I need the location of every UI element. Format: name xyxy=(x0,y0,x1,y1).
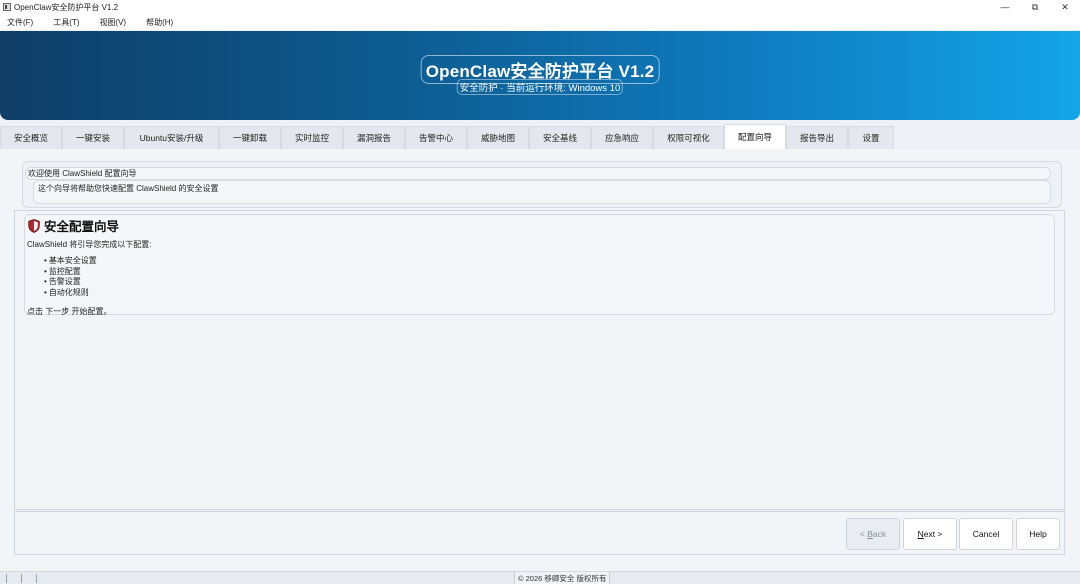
wizard-heading-text: 安全配置向导 xyxy=(44,220,120,234)
back-button-prefix: < xyxy=(859,529,868,539)
tab-uninstall[interactable]: 一键卸载 xyxy=(219,126,281,149)
back-button[interactable]: < Back xyxy=(846,518,900,550)
tab-incident-response[interactable]: 应急响应 xyxy=(591,126,653,149)
tab-security-overview[interactable]: 安全概览 xyxy=(0,126,62,149)
window-title: OpenClaw安全防护平台 V1.2 xyxy=(14,2,119,12)
list-item: 监控配置 xyxy=(44,267,97,278)
shield-icon xyxy=(28,218,40,233)
wizard-intro: ClawShield 将引导您完成以下配置: xyxy=(27,240,152,249)
next-button[interactable]: Next > xyxy=(903,518,957,550)
tab-one-click-install[interactable]: 一键安装 xyxy=(62,126,124,149)
tab-security-baseline[interactable]: 安全基线 xyxy=(529,126,591,149)
banner-subtitle: 安全防护 · 当前运行环境: Windows 10 xyxy=(456,79,624,95)
minimize-button[interactable]: — xyxy=(990,0,1020,14)
welcome-description: 这个向导将帮助您快速配置 ClawShield 的安全设置 xyxy=(33,180,1051,204)
config-step-list: 基本安全设置 监控配置 告警设置 自动化规则 xyxy=(44,256,97,299)
status-separator xyxy=(36,574,37,583)
tab-threat-map[interactable]: 威胁地图 xyxy=(467,126,529,149)
tab-config-wizard[interactable]: 配置向导 xyxy=(724,124,786,149)
status-separator xyxy=(21,574,22,583)
tab-settings[interactable]: 设置 xyxy=(848,126,894,149)
menu-file[interactable]: 文件(F) xyxy=(4,17,36,28)
list-item: 自动化规则 xyxy=(44,288,97,299)
tab-report-export[interactable]: 报告导出 xyxy=(786,126,848,149)
tab-bar: 安全概览 一键安装 Ubuntu安装/升级 一键卸载 实时监控 漏洞报告 告警中… xyxy=(0,124,1080,149)
title-bar: OpenClaw安全防护平台 V1.2 — ⧉ ✕ xyxy=(0,0,1080,14)
window-controls: — ⧉ ✕ xyxy=(990,0,1080,14)
welcome-title: 欢迎使用 ClawShield 配置向导 xyxy=(25,167,1051,180)
app-icon xyxy=(3,3,11,11)
list-item: 基本安全设置 xyxy=(44,256,97,267)
close-button[interactable]: ✕ xyxy=(1050,0,1080,14)
menu-bar: 文件(F) 工具(T) 视图(V) 帮助(H) xyxy=(0,14,1080,30)
cancel-button[interactable]: Cancel xyxy=(959,518,1013,550)
wizard-heading: 安全配置向导 xyxy=(28,216,119,235)
tab-alert-center[interactable]: 告警中心 xyxy=(405,126,467,149)
wizard-card xyxy=(24,214,1055,315)
next-button-label: ext > xyxy=(923,529,943,539)
wizard-note: 点击 下一步 开始配置。 xyxy=(27,307,112,316)
header-banner: OpenClaw安全防护平台 V1.2 安全防护 · 当前运行环境: Windo… xyxy=(0,31,1080,120)
list-item: 告警设置 xyxy=(44,277,97,288)
menu-tools[interactable]: 工具(T) xyxy=(50,17,82,28)
status-bar: © 2026 移卿安全 版权所有 xyxy=(0,571,1080,584)
tab-permission-visualization[interactable]: 权限可视化 xyxy=(653,126,724,149)
tab-vulnerability-report[interactable]: 漏洞报告 xyxy=(343,126,405,149)
back-button-label: ack xyxy=(872,529,887,539)
menu-help[interactable]: 帮助(H) xyxy=(143,17,176,28)
copyright-text: © 2026 移卿安全 版权所有 xyxy=(514,572,611,584)
status-separator xyxy=(6,574,7,583)
help-button[interactable]: Help xyxy=(1016,518,1060,550)
tab-ubuntu-install[interactable]: Ubuntu安装/升级 xyxy=(124,126,219,149)
tab-realtime-monitor[interactable]: 实时监控 xyxy=(281,126,343,149)
menu-view[interactable]: 视图(V) xyxy=(96,17,129,28)
restore-button[interactable]: ⧉ xyxy=(1020,0,1050,14)
